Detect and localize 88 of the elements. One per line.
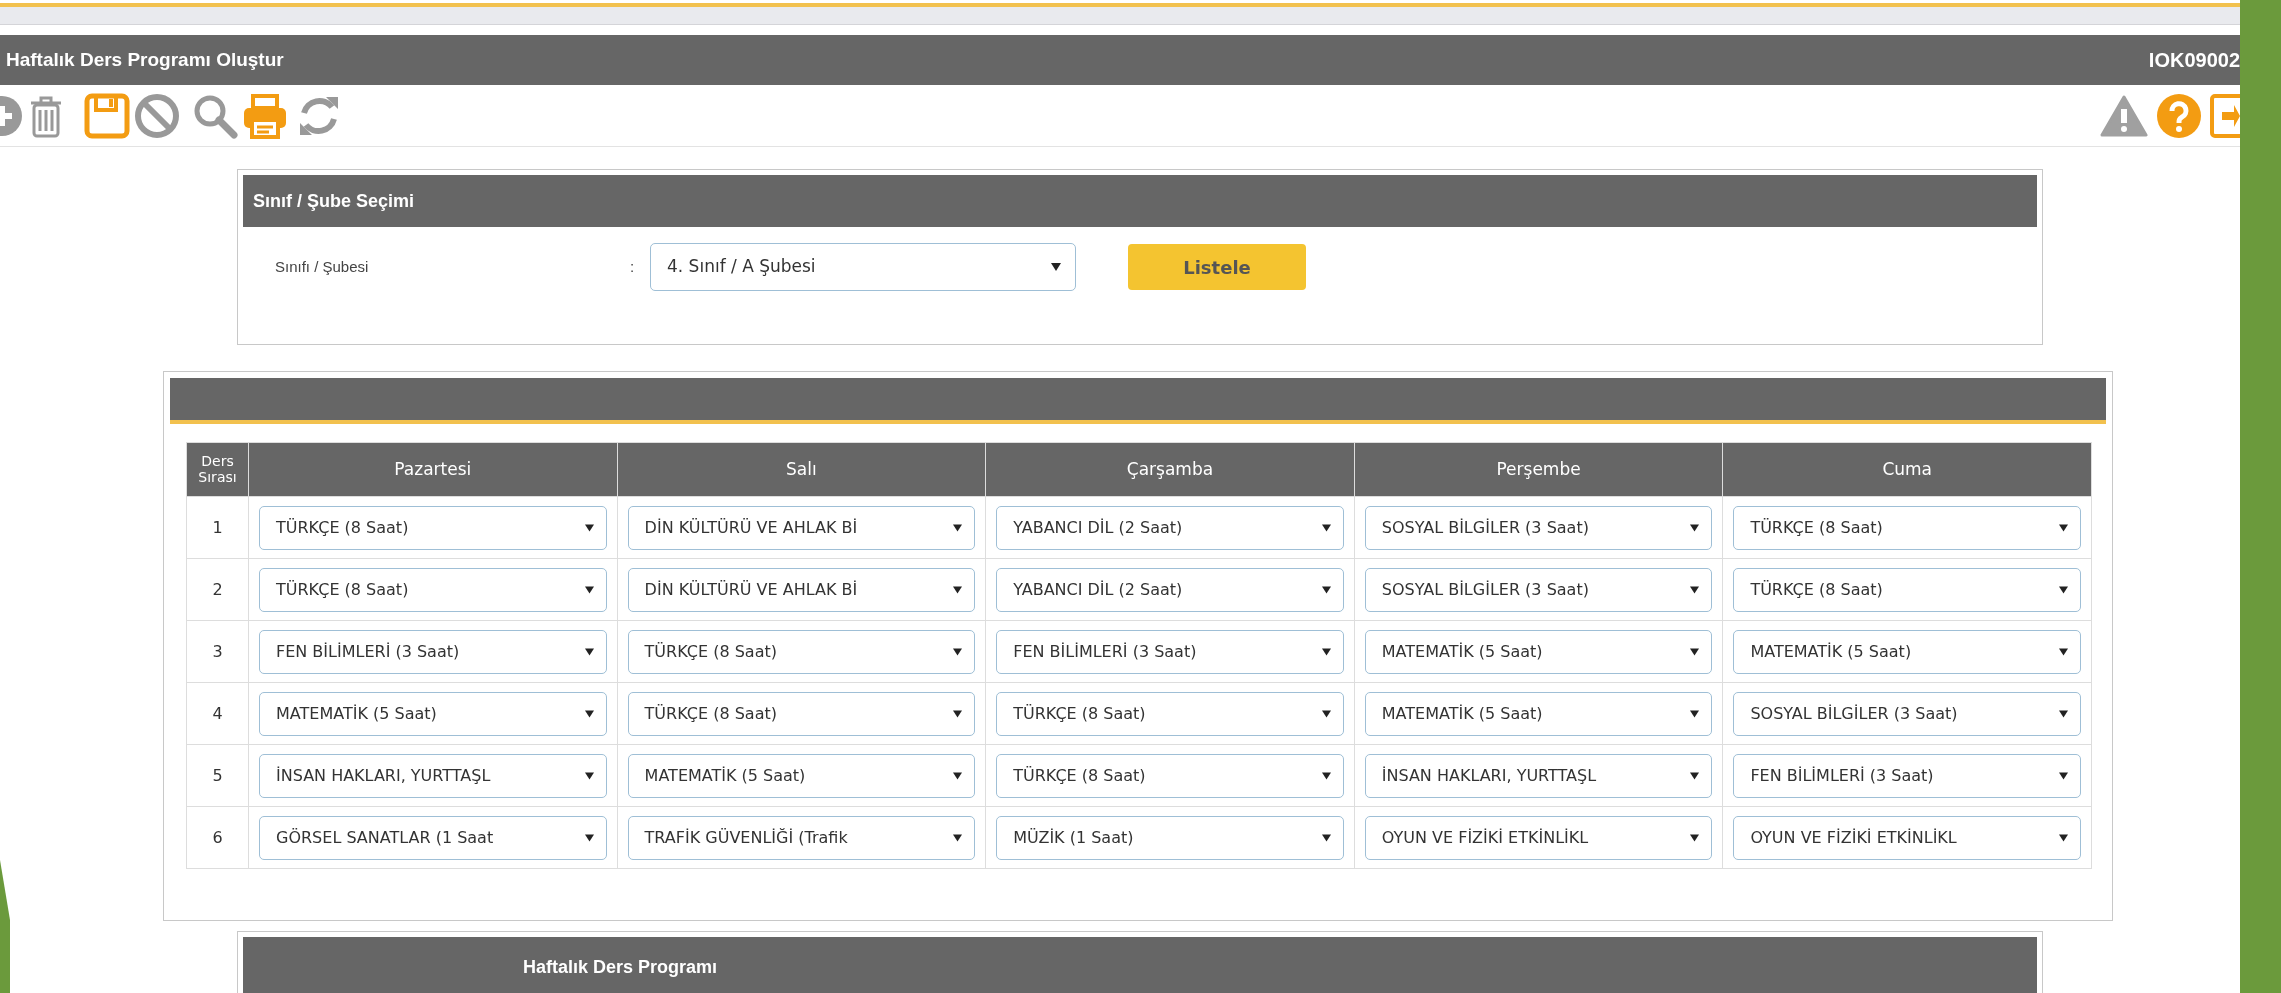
lesson-number: 1	[186, 496, 249, 559]
column-header: Çarşamba	[985, 442, 1355, 497]
caret-icon	[953, 709, 963, 718]
caret-icon	[584, 647, 594, 656]
lesson-select[interactable]: DİN KÜLTÜRÜ VE AHLAK Bİ	[627, 567, 976, 612]
lesson-select[interactable]: TÜRKÇE (8 Saat)	[996, 691, 1344, 736]
column-header: Salı	[617, 442, 986, 497]
caret-icon	[1690, 585, 1700, 594]
lesson-number: 2	[186, 558, 249, 621]
caret-icon	[2059, 771, 2068, 780]
caret-icon	[1690, 523, 1700, 532]
field-label: Sınıfı / Şubesi	[275, 256, 370, 277]
caret-icon	[584, 833, 594, 842]
lesson-select[interactable]: TÜRKÇE (8 Saat)	[627, 691, 976, 736]
lesson-select[interactable]: YABANCI DİL (2 Saat)	[996, 505, 1344, 550]
add-icon[interactable]	[0, 93, 24, 138]
lesson-select[interactable]: SOSYAL BİLGİLER (3 Saat)	[1364, 505, 1713, 550]
caret-icon	[953, 771, 963, 780]
caret-icon	[1690, 647, 1700, 656]
lesson-select[interactable]: MÜZİK (1 Saat)	[996, 815, 1344, 860]
window-title: Haftalık Ders Programı Oluştur	[6, 47, 284, 72]
caret-icon	[2059, 585, 2068, 594]
caret-icon	[1690, 771, 1700, 780]
column-header: Perşembe	[1354, 442, 1723, 497]
lesson-select[interactable]: TÜRKÇE (8 Saat)	[996, 753, 1344, 798]
caret-icon	[953, 585, 963, 594]
lesson-select[interactable]: TÜRKÇE (8 Saat)	[1733, 505, 2081, 550]
column-header: Pazartesi	[248, 442, 618, 497]
caret-icon	[1321, 833, 1331, 842]
lesson-select[interactable]: MATEMATİK (5 Saat)	[259, 691, 607, 736]
warning-icon[interactable]	[2100, 94, 2148, 137]
panel-title: Sınıf / Şube Seçimi	[253, 189, 415, 213]
caret-icon	[584, 523, 594, 532]
exit-icon[interactable]	[2210, 92, 2240, 139]
lesson-number: 6	[186, 806, 249, 869]
lesson-select[interactable]: TÜRKÇE (8 Saat)	[259, 567, 607, 612]
caret-icon	[1321, 709, 1331, 718]
caret-icon	[2059, 709, 2068, 718]
caret-icon	[953, 523, 963, 532]
caret-icon	[584, 585, 594, 594]
screen-code: IOK09002	[2148, 48, 2240, 73]
lesson-select[interactable]: İNSAN HAKLARI, YURTTAŞL	[1364, 753, 1713, 798]
caret-icon	[2059, 833, 2068, 842]
lesson-number: 5	[186, 744, 249, 807]
lesson-select[interactable]: TÜRKÇE (8 Saat)	[1733, 567, 2081, 612]
caret-icon	[1690, 709, 1700, 718]
panel-title: Haftalık Ders Programı	[523, 955, 718, 979]
class-select[interactable]: 4. Sınıf / A Şubesi	[650, 243, 1076, 291]
caret-icon	[2059, 523, 2068, 532]
separator-text: :	[630, 256, 636, 277]
cancel-icon[interactable]	[134, 92, 180, 139]
lesson-select[interactable]: SOSYAL BİLGİLER (3 Saat)	[1733, 691, 2081, 736]
caret-icon	[1051, 263, 1061, 271]
lesson-select[interactable]: FEN BİLİMLERİ (3 Saat)	[1733, 753, 2081, 798]
column-header: Cuma	[1722, 442, 2092, 497]
caret-icon	[1321, 771, 1331, 780]
lesson-select[interactable]: MATEMATİK (5 Saat)	[1733, 629, 2081, 674]
lesson-select[interactable]: SOSYAL BİLGİLER (3 Saat)	[1364, 567, 1713, 612]
caret-icon	[1321, 523, 1331, 532]
caret-icon	[584, 771, 594, 780]
lesson-select[interactable]: YABANCI DİL (2 Saat)	[996, 567, 1344, 612]
lesson-select[interactable]: TÜRKÇE (8 Saat)	[627, 629, 976, 674]
column-header: Ders Sırası	[186, 442, 249, 497]
lesson-select[interactable]: İNSAN HAKLARI, YURTTAŞL	[259, 753, 607, 798]
lesson-select[interactable]: MATEMATİK (5 Saat)	[1364, 691, 1713, 736]
caret-icon	[953, 833, 963, 842]
list-button[interactable]: Listele	[1128, 244, 1306, 290]
lesson-select[interactable]: MATEMATİK (5 Saat)	[627, 753, 976, 798]
caret-icon	[2059, 647, 2068, 656]
save-icon[interactable]	[84, 92, 130, 139]
caret-icon	[584, 709, 594, 718]
lesson-select[interactable]: OYUN VE FİZİKİ ETKİNLİKL	[1733, 815, 2081, 860]
caret-icon	[953, 647, 963, 656]
lesson-select[interactable]: GÖRSEL SANATLAR (1 Saat	[259, 815, 607, 860]
caret-icon	[1690, 833, 1700, 842]
caret-icon	[1321, 647, 1331, 656]
print-icon[interactable]	[242, 92, 288, 139]
lesson-select[interactable]: MATEMATİK (5 Saat)	[1364, 629, 1713, 674]
lesson-select[interactable]: DİN KÜLTÜRÜ VE AHLAK Bİ	[627, 505, 976, 550]
lesson-select[interactable]: OYUN VE FİZİKİ ETKİNLİKL	[1364, 815, 1713, 860]
lesson-select[interactable]: TRAFİK GÜVENLİĞİ (Trafik	[627, 815, 976, 860]
lesson-number: 4	[186, 682, 249, 745]
lesson-select[interactable]: FEN BİLİMLERİ (3 Saat)	[259, 629, 607, 674]
caret-icon	[1321, 585, 1331, 594]
help-icon[interactable]	[2156, 92, 2202, 139]
lesson-select[interactable]: FEN BİLİMLERİ (3 Saat)	[996, 629, 1344, 674]
lesson-select[interactable]: TÜRKÇE (8 Saat)	[259, 505, 607, 550]
lesson-number: 3	[186, 620, 249, 683]
